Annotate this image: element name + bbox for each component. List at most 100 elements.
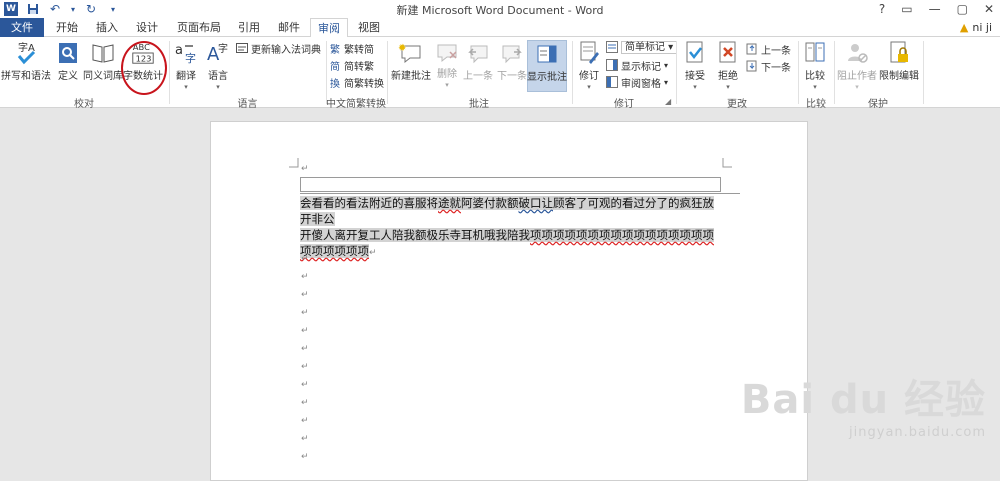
group-label-chinese-conversion: 中文简繁转换 xyxy=(326,99,386,110)
reject-change-button[interactable]: 拒绝 ▾ xyxy=(713,40,743,91)
track-changes-button[interactable]: 修订 ▾ xyxy=(575,40,603,91)
show-comments-button[interactable]: 显示批注 xyxy=(527,40,567,92)
reviewing-pane-dropdown-icon: ▾ xyxy=(664,77,669,87)
thesaurus-button[interactable]: 同义词库 xyxy=(83,40,123,85)
markup-mode-icon xyxy=(606,41,618,53)
restrict-editing-button[interactable]: 限制编辑 xyxy=(879,40,919,85)
compare-icon xyxy=(802,40,828,66)
chinese-conversion-button[interactable]: 換 简繁转换 xyxy=(329,75,384,90)
help-button[interactable]: ? xyxy=(879,2,885,16)
translate-dropdown-icon: ▾ xyxy=(184,83,188,91)
paragraph-mark: ↵ xyxy=(301,308,309,318)
paragraph-mark: ↵ xyxy=(301,380,309,390)
previous-change-button[interactable]: 上一条 xyxy=(746,42,791,57)
paragraph-mark: ↵ xyxy=(301,398,309,408)
paragraph-mark: ↵ xyxy=(301,362,309,372)
tab-file[interactable]: 文件 xyxy=(0,18,44,37)
svg-text:a: a xyxy=(175,43,183,58)
spelling-grammar-button[interactable]: 字A 拼写和语法 xyxy=(1,40,51,85)
convert-simplified-icon: 繁 xyxy=(330,44,340,56)
tab-mailings[interactable]: 邮件 xyxy=(270,18,308,37)
paragraph-mark: ↵ xyxy=(301,452,309,462)
show-markup-dropdown-icon: ▾ xyxy=(664,60,669,70)
paragraph-mark: ↵ xyxy=(301,344,309,354)
tab-review[interactable]: 审阅 xyxy=(310,18,348,38)
next-comment-icon xyxy=(499,40,525,66)
compare-button[interactable]: 比较 ▾ xyxy=(801,40,829,91)
tab-home[interactable]: 开始 xyxy=(48,18,86,37)
show-markup-icon xyxy=(606,59,618,71)
define-button[interactable]: 定义 xyxy=(55,40,81,85)
header-area[interactable] xyxy=(300,177,721,192)
annotation-circle xyxy=(121,41,167,95)
warning-icon: ▲ xyxy=(959,21,969,34)
group-label-comments: 批注 xyxy=(469,99,489,110)
tab-references[interactable]: 引用 xyxy=(230,18,268,37)
maximize-button[interactable]: ▢ xyxy=(957,2,968,16)
track-changes-icon xyxy=(576,40,602,66)
block-authors-icon xyxy=(844,40,870,66)
document-page[interactable]: ↵ 会看看的看法附近的喜服将途就阿婆付款额破口让顾客了可观的看过分了的疯狂放开非… xyxy=(210,121,808,481)
ribbon-display-button[interactable]: ▭ xyxy=(901,2,912,16)
user-account[interactable]: ▲ ni ji xyxy=(960,18,992,37)
group-separator xyxy=(923,41,924,104)
thesaurus-book-icon xyxy=(90,40,116,66)
delete-comment-button[interactable]: 删除 ▾ xyxy=(434,40,460,89)
block-authors-dropdown-icon: ▾ xyxy=(855,83,859,91)
new-comment-icon: ✹ xyxy=(398,40,424,66)
track-changes-dropdown-icon: ▾ xyxy=(587,83,591,91)
document-body-text[interactable]: 会看看的看法附近的喜服将途就阿婆付款额破口让顾客了可观的看过分了的疯狂放开非公 … xyxy=(300,195,724,261)
tab-view[interactable]: 视图 xyxy=(350,18,388,37)
tab-insert[interactable]: 插入 xyxy=(88,18,126,37)
restrict-editing-icon xyxy=(886,40,912,66)
new-comment-button[interactable]: ✹ 新建批注 xyxy=(390,40,432,85)
compare-dropdown-icon: ▾ xyxy=(813,83,817,91)
reviewing-pane-button[interactable]: 审阅窗格 ▾ xyxy=(606,75,669,90)
group-separator xyxy=(572,41,573,104)
traditional-to-simplified-button[interactable]: 繁 繁转简 xyxy=(329,41,374,56)
define-book-icon xyxy=(55,40,81,66)
simplified-to-traditional-button[interactable]: 简 简转繁 xyxy=(329,58,374,73)
next-comment-button[interactable]: 下一条 xyxy=(496,40,528,85)
show-markup-button[interactable]: 显示标记 ▾ xyxy=(606,58,669,73)
ribbon-review: 字A 拼写和语法 定义 同义词库 ABC 123 字数统计 校对 a字 翻译 ▾ … xyxy=(0,37,1000,110)
update-ime-dictionary-button[interactable]: 更新输入法词典 xyxy=(236,41,321,56)
reject-icon xyxy=(715,40,741,66)
tracking-dialog-launcher-icon[interactable]: ◢ xyxy=(665,97,671,106)
spelling-check-icon: 字A xyxy=(13,40,39,66)
ime-dictionary-icon xyxy=(236,42,248,54)
delete-comment-icon xyxy=(434,40,460,64)
text-line-1: 会看看的看法附近的喜服将途就阿婆付款额破口让顾客了可观的看过分了的疯狂放开非公 xyxy=(300,196,714,226)
next-change-button[interactable]: 下一条 xyxy=(746,59,791,74)
reviewing-pane-icon xyxy=(606,76,618,88)
language-dropdown-icon: ▾ xyxy=(216,83,220,91)
chinese-convert-icon: 換 xyxy=(330,78,340,90)
accept-dropdown-icon: ▾ xyxy=(693,83,697,91)
svg-text:字: 字 xyxy=(185,51,196,65)
translate-button[interactable]: a字 翻译 ▾ xyxy=(172,40,200,91)
paragraph-mark: ↵ xyxy=(301,290,309,300)
show-comments-icon xyxy=(534,41,560,67)
previous-comment-button[interactable]: 上一条 xyxy=(462,40,494,85)
next-change-icon xyxy=(746,60,758,72)
previous-comment-icon xyxy=(465,40,491,66)
window-title: 新建 Microsoft Word Document - Word xyxy=(396,4,604,17)
previous-change-icon xyxy=(746,43,758,55)
paragraph-mark: ↵ xyxy=(301,254,309,264)
markup-mode-select[interactable]: 简单标记 ▾ xyxy=(621,40,678,54)
minimize-button[interactable]: — xyxy=(929,2,941,16)
group-label-language: 语言 xyxy=(237,99,258,110)
markup-mode-dropdown[interactable]: 简单标记 ▾ xyxy=(606,40,678,54)
block-authors-button[interactable]: 阻止作者 ▾ xyxy=(837,40,877,91)
paragraph-mark: ↵ xyxy=(301,416,309,426)
close-button[interactable]: ✕ xyxy=(984,2,994,16)
svg-text:字: 字 xyxy=(218,42,228,55)
title-bar: W ↶ ▾ ↻ ▾ 新建 Microsoft Word Document - W… xyxy=(0,0,1000,18)
header-separator xyxy=(300,193,740,194)
language-button[interactable]: A字 语言 ▾ xyxy=(203,40,233,91)
baidu-jingyan-watermark: Bai du 经验 jingyan.baidu.com xyxy=(741,367,986,440)
tab-page-layout[interactable]: 页面布局 xyxy=(168,18,230,37)
accept-change-button[interactable]: 接受 ▾ xyxy=(680,40,710,91)
group-label-compare: 比较 xyxy=(806,99,826,110)
tab-design[interactable]: 设计 xyxy=(128,18,166,37)
